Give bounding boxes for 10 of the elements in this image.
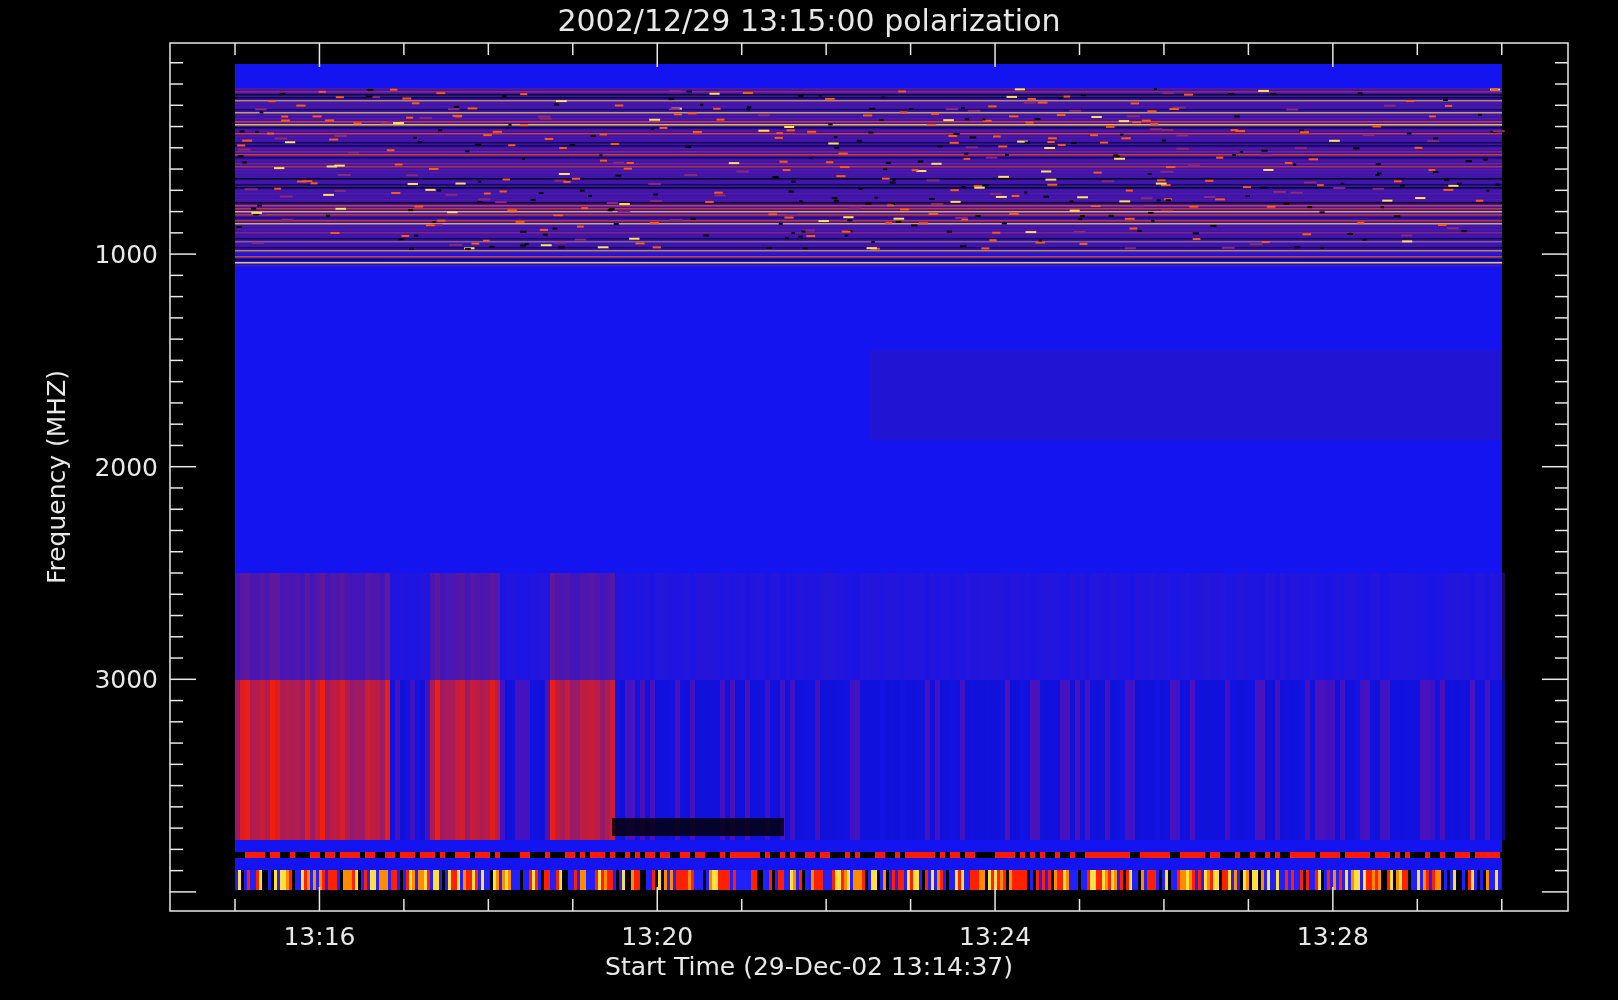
chart-title: 2002/12/29 13:15:00 polarization: [557, 3, 1061, 38]
tick-label: 13:24: [959, 922, 1032, 951]
tick-label: 2000: [94, 452, 158, 482]
tick-label: 1000: [94, 240, 158, 270]
tick-label: 3000: [94, 665, 158, 695]
axis-label: Frequency (MHZ): [42, 369, 71, 585]
tick-label: 13:16: [283, 922, 356, 951]
tick-label: 13:20: [621, 922, 694, 951]
axis-label: Start Time (29-Dec-02 13:14:37): [605, 952, 1013, 981]
tick-label: 13:28: [1296, 922, 1369, 951]
